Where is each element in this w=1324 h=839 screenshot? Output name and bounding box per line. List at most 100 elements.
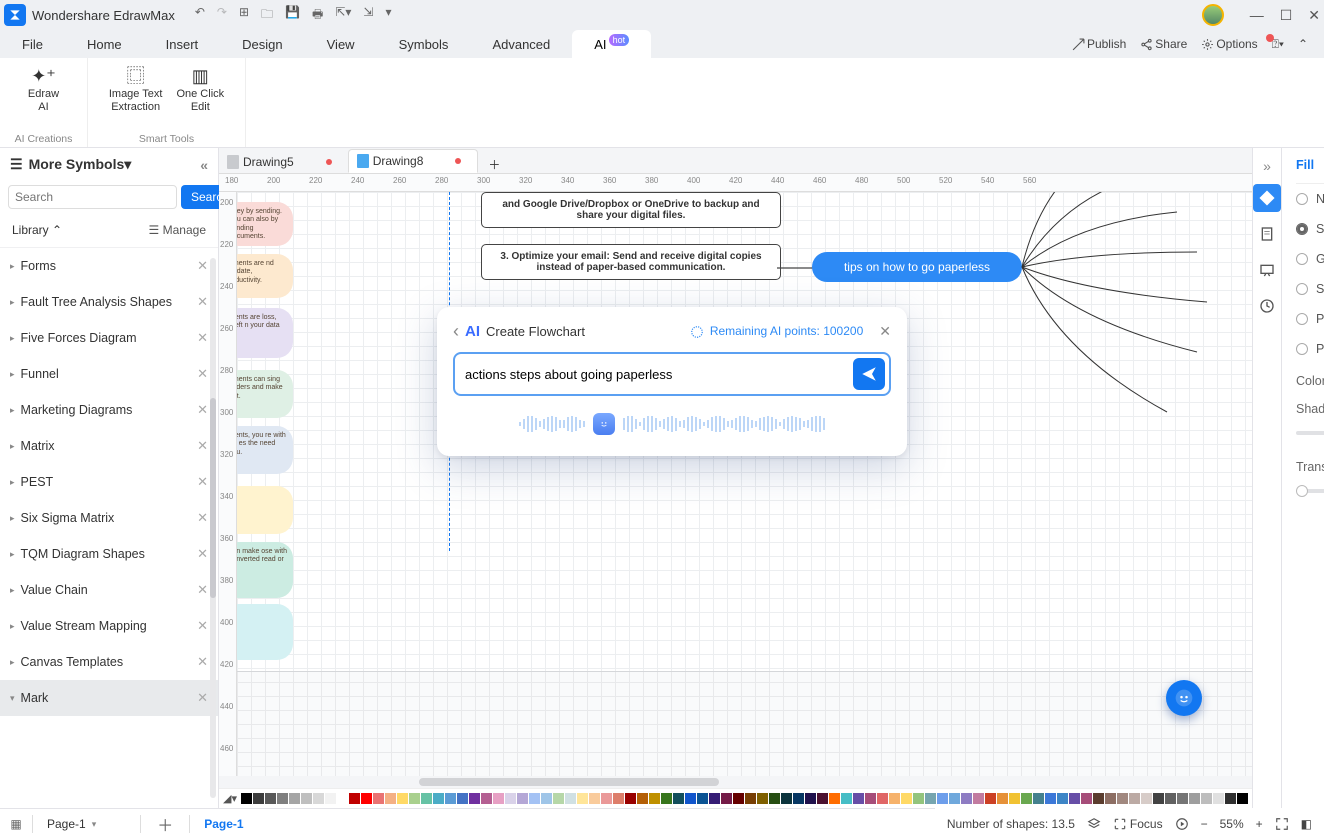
menu-symbols[interactable]: Symbols — [377, 30, 471, 58]
fill-tab[interactable]: Fill — [1296, 158, 1314, 173]
color-swatch[interactable] — [1009, 793, 1020, 804]
presentation-panel-button[interactable] — [1253, 256, 1281, 284]
color-swatch[interactable] — [685, 793, 696, 804]
remove-library-icon[interactable]: ✕ — [197, 438, 208, 454]
color-swatch[interactable] — [673, 793, 684, 804]
color-swatch[interactable] — [1165, 793, 1176, 804]
new-button[interactable]: ⊞ — [239, 5, 249, 26]
canvas-shape[interactable]: can make ose with converted read or — [237, 542, 293, 598]
color-swatch[interactable] — [697, 793, 708, 804]
color-swatch[interactable] — [1201, 793, 1212, 804]
color-swatch[interactable] — [517, 793, 528, 804]
library-item[interactable]: Value Chain✕ — [0, 572, 218, 608]
close-button[interactable]: ✕ — [1308, 7, 1320, 24]
color-swatch[interactable] — [505, 793, 516, 804]
color-swatch[interactable] — [769, 793, 780, 804]
menu-file[interactable]: File — [0, 30, 65, 58]
maximize-button[interactable]: ☐ — [1280, 7, 1293, 24]
color-swatch[interactable] — [1189, 793, 1200, 804]
flowchart-node[interactable]: 3. Optimize your email: Send and receive… — [481, 244, 781, 280]
color-swatch[interactable] — [313, 793, 324, 804]
remove-library-icon[interactable]: ✕ — [197, 690, 208, 706]
ai-prompt-input[interactable] — [459, 358, 853, 390]
color-swatch[interactable] — [577, 793, 588, 804]
color-swatch[interactable] — [1093, 793, 1104, 804]
fill-dropper-icon[interactable]: ◢▾ — [223, 792, 237, 805]
color-swatch[interactable] — [1045, 793, 1056, 804]
library-item[interactable]: Canvas Templates✕ — [0, 644, 218, 680]
color-swatch[interactable] — [625, 793, 636, 804]
back-button[interactable]: ‹ — [453, 321, 459, 342]
canvas-shape[interactable]: ments are loss, theft n your data — [237, 308, 293, 358]
print-button[interactable]: 🖶 — [312, 5, 323, 26]
page-tab[interactable]: Page-1▾ — [39, 817, 134, 831]
shade-slider[interactable] — [1296, 431, 1324, 435]
document-tab[interactable]: Drawing5 — [219, 151, 348, 173]
expand-rightpanel-button[interactable]: » — [1263, 152, 1271, 180]
undo-button[interactable]: ↶ — [195, 5, 205, 26]
color-swatch[interactable] — [541, 793, 552, 804]
remove-library-icon[interactable]: ✕ — [197, 546, 208, 562]
color-swatch[interactable] — [1081, 793, 1092, 804]
collapse-sidebar-button[interactable]: « — [200, 157, 208, 173]
color-swatch[interactable] — [1057, 793, 1068, 804]
color-swatch[interactable] — [745, 793, 756, 804]
style-panel-button[interactable] — [1253, 184, 1281, 212]
canvas[interactable]: oney by sending. You can also by sending… — [237, 192, 1252, 776]
library-label[interactable]: Library ⌃ — [12, 223, 62, 237]
fill-option[interactable]: Picture or texture fill — [1296, 334, 1324, 364]
zoom-level[interactable]: 55% — [1220, 817, 1244, 831]
close-popup-button[interactable]: ✕ — [879, 323, 891, 340]
color-swatch[interactable] — [757, 793, 768, 804]
color-swatch[interactable] — [265, 793, 276, 804]
sidebar-scrollbar[interactable] — [210, 258, 216, 798]
ai-points-button[interactable]: Remaining AI points: 100200 — [690, 324, 863, 339]
color-swatch[interactable] — [481, 793, 492, 804]
color-swatch[interactable] — [613, 793, 624, 804]
color-swatch[interactable] — [337, 793, 348, 804]
library-item[interactable]: Marketing Diagrams✕ — [0, 392, 218, 428]
color-swatch[interactable] — [601, 793, 612, 804]
fill-option[interactable]: Solid fill — [1296, 214, 1324, 244]
remove-library-icon[interactable]: ✕ — [197, 474, 208, 490]
page-panel-button[interactable] — [1253, 220, 1281, 248]
document-tab[interactable]: Drawing8 — [348, 149, 479, 173]
history-panel-button[interactable] — [1253, 292, 1281, 320]
color-swatch[interactable] — [865, 793, 876, 804]
remove-library-icon[interactable]: ✕ — [197, 402, 208, 418]
menu-design[interactable]: Design — [220, 30, 304, 58]
zoom-in-button[interactable]: + — [1256, 817, 1263, 831]
menu-insert[interactable]: Insert — [144, 30, 221, 58]
menu-view[interactable]: View — [305, 30, 377, 58]
color-swatch[interactable] — [457, 793, 468, 804]
color-swatch[interactable] — [841, 793, 852, 804]
color-swatch[interactable] — [913, 793, 924, 804]
library-item[interactable]: Forms✕ — [0, 248, 218, 284]
color-swatch[interactable] — [925, 793, 936, 804]
color-swatch[interactable] — [1129, 793, 1140, 804]
central-node[interactable]: tips on how to go paperless — [812, 252, 1022, 282]
color-swatch[interactable] — [937, 793, 948, 804]
color-swatch[interactable] — [1117, 793, 1128, 804]
remove-library-icon[interactable]: ✕ — [197, 366, 208, 382]
color-swatch[interactable] — [1237, 793, 1248, 804]
color-swatch[interactable] — [817, 793, 828, 804]
color-swatch[interactable] — [1225, 793, 1236, 804]
library-item[interactable]: Mark✕ — [0, 680, 218, 716]
color-swatch[interactable] — [589, 793, 600, 804]
help-button[interactable]: ⍰▾ — [1272, 37, 1284, 52]
options-button[interactable]: Options — [1201, 37, 1257, 51]
color-swatch[interactable] — [445, 793, 456, 804]
remove-library-icon[interactable]: ✕ — [197, 510, 208, 526]
color-swatch[interactable] — [493, 793, 504, 804]
presentation-button[interactable] — [1175, 817, 1189, 831]
page-grid-view[interactable]: ▦ — [6, 817, 26, 831]
color-swatch[interactable] — [349, 793, 360, 804]
color-swatch[interactable] — [565, 793, 576, 804]
open-button[interactable]: 🗀 — [261, 5, 273, 26]
canvas-shape[interactable]: ments, you re with an es the need you. — [237, 426, 293, 474]
color-swatch[interactable] — [961, 793, 972, 804]
color-swatch[interactable] — [889, 793, 900, 804]
color-swatch[interactable] — [1177, 793, 1188, 804]
send-button[interactable] — [853, 358, 885, 390]
